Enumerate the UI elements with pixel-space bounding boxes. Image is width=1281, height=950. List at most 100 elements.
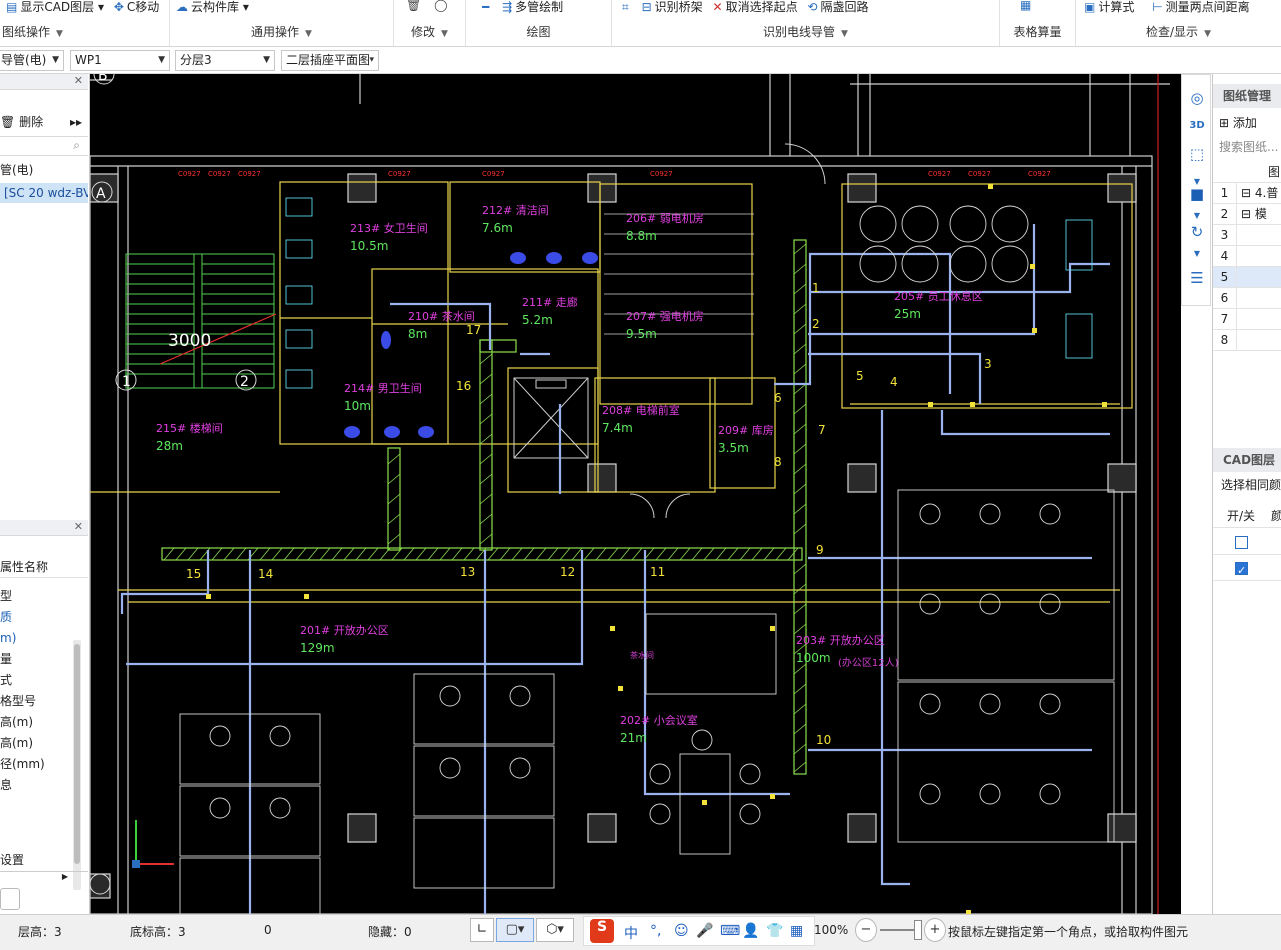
line-icon: ━ bbox=[482, 0, 490, 14]
select-mode-button[interactable]: ▢▾ bbox=[496, 918, 534, 942]
group-title[interactable]: 图纸操作 ▼ bbox=[0, 23, 169, 40]
axis-label: B bbox=[98, 74, 108, 84]
identify-tool-button[interactable]: ⌗ bbox=[622, 0, 632, 15]
drawing-search-input[interactable]: 搜索图纸... bbox=[1219, 138, 1278, 155]
drawing-row[interactable]: 2 ⊟ 模 bbox=[1213, 204, 1281, 225]
chevron-down-icon: ▼ bbox=[263, 55, 270, 65]
tree-search-input[interactable]: ⌕ bbox=[0, 136, 88, 156]
circuit-labels: 1234567891011121314151617 bbox=[186, 281, 992, 747]
layer-toggle-checkbox[interactable] bbox=[1235, 560, 1248, 580]
circuit-number: 12 bbox=[560, 565, 575, 579]
zoom-in-button[interactable]: + bbox=[924, 918, 946, 942]
property-row[interactable]: 型 bbox=[0, 586, 88, 606]
select-same-color-button[interactable]: 选择相同颜 bbox=[1221, 476, 1281, 493]
drawing-row[interactable]: 5 bbox=[1213, 267, 1281, 288]
layer-select[interactable]: 分层3 ▼ bbox=[175, 50, 275, 71]
keyboard-icon[interactable]: ⌨ bbox=[720, 923, 740, 939]
user-icon[interactable]: 👤 bbox=[742, 923, 759, 939]
move-button[interactable]: ✥ C移动 bbox=[114, 0, 159, 15]
identify-tray-button[interactable]: ⊟ 识别桥架 bbox=[642, 0, 703, 15]
circuit-number: 5 bbox=[856, 369, 864, 383]
rotate-icon[interactable]: ↻ bbox=[1186, 221, 1208, 243]
list-settings-icon[interactable]: ☰ bbox=[1186, 267, 1208, 289]
view-cube-button[interactable]: ⬡▾ bbox=[536, 918, 574, 942]
scrollbar-thumb[interactable] bbox=[74, 644, 80, 864]
emoji-icon[interactable]: ☺ bbox=[674, 923, 689, 939]
drawing-row[interactable]: 1 ⊟ 4.普 bbox=[1213, 183, 1281, 204]
room-area: 25m bbox=[894, 307, 921, 321]
multi-pipe-button[interactable]: ⇶ 多管绘制 bbox=[502, 0, 563, 15]
row-number: 3 bbox=[1213, 225, 1237, 245]
formula-button[interactable]: ▣ 计算式 bbox=[1084, 0, 1134, 15]
chevron-down-icon[interactable]: ▼ bbox=[1186, 243, 1208, 265]
room-area: 129m bbox=[300, 641, 335, 655]
view-3d-icon[interactable]: 3D bbox=[1186, 115, 1208, 137]
room-number: 205# 员工休息区 bbox=[894, 289, 983, 303]
drawing-row[interactable]: 4 bbox=[1213, 246, 1281, 267]
skin-icon[interactable]: 👕 bbox=[766, 923, 783, 939]
table-tool-button[interactable]: ▦ bbox=[1020, 0, 1034, 12]
room-area: 9.5m bbox=[626, 327, 657, 341]
property-row[interactable]: 质 bbox=[0, 607, 88, 627]
tree-root[interactable]: 管(电) bbox=[0, 160, 88, 180]
isolate-loop-button[interactable]: ⟲ 隔盏回路 bbox=[807, 0, 868, 15]
cad-drawing[interactable]: C0927 C0927 C0927 C0927 C0927 C0927 C0927 C09… bbox=[90, 74, 1181, 914]
tree-item-selected[interactable]: [SC 20 wdz-BV bbox=[0, 183, 88, 203]
close-icon[interactable]: ✕ bbox=[74, 74, 83, 87]
cloud-library-button[interactable]: ☁ 云构件库 ▾ bbox=[176, 0, 249, 15]
small-button[interactable] bbox=[0, 888, 20, 910]
identify-icon: ⌗ bbox=[622, 0, 629, 14]
cancel-start-button[interactable]: ✕ 取消选择起点 bbox=[713, 0, 798, 15]
cube-solid-icon[interactable]: ■ bbox=[1186, 183, 1208, 205]
apps-grid-icon[interactable]: ▦ bbox=[790, 923, 803, 939]
close-icon[interactable]: ✕ bbox=[74, 520, 83, 533]
rotate-tool-button[interactable]: ◯ bbox=[434, 0, 450, 12]
drawing-select[interactable]: 二层插座平面图 ▾ bbox=[281, 50, 379, 71]
draw-line-button[interactable]: ━ bbox=[482, 0, 492, 14]
component-select[interactable]: WP1 ▼ bbox=[70, 50, 170, 71]
punctuation-icon[interactable]: °, bbox=[650, 923, 661, 939]
layer-row[interactable] bbox=[1213, 555, 1281, 581]
more-icon[interactable]: ▸▸ bbox=[70, 112, 82, 132]
mic-icon[interactable]: 🎤 bbox=[696, 923, 713, 939]
property-panel-header: ✕ bbox=[0, 520, 88, 536]
circuit-number: 7 bbox=[818, 423, 826, 437]
row-number: 5 bbox=[1213, 267, 1237, 287]
dimension-label: 3000 bbox=[168, 331, 211, 351]
floor-height: 层高：3 bbox=[18, 925, 62, 939]
add-icon: ⊞ bbox=[1219, 116, 1230, 130]
drawing-row[interactable]: 7 bbox=[1213, 309, 1281, 330]
chevron-down-icon: ▼ bbox=[158, 55, 165, 65]
type-select[interactable]: 导管(电) ▼ bbox=[0, 50, 64, 71]
group-title[interactable]: 通用操作 ▼ bbox=[170, 23, 393, 40]
sogou-logo-icon[interactable]: S bbox=[590, 919, 614, 943]
room-area: 10m bbox=[344, 399, 371, 413]
zoom-out-button[interactable]: − bbox=[855, 918, 877, 942]
group-title[interactable]: 检查/显示 ▼ bbox=[1076, 23, 1281, 40]
room-number: 201# 开放办公区 bbox=[300, 623, 389, 637]
delete-tool-button[interactable]: 🗑 bbox=[406, 0, 424, 12]
add-drawing-button[interactable]: ⊞ 添加 bbox=[1219, 114, 1257, 131]
drawing-row[interactable]: 6 bbox=[1213, 288, 1281, 309]
group-title[interactable]: 识别电线导管 ▼ bbox=[612, 23, 999, 40]
layer-toggle-checkbox[interactable] bbox=[1235, 536, 1248, 549]
h-scrollbar[interactable]: ▶ bbox=[0, 872, 88, 884]
ribbon-group-draw: ━ ⇶ 多管绘制 绘图 bbox=[466, 0, 612, 46]
ribbon-group-general-ops: ☁ 云构件库 ▾ 通用操作 ▼ bbox=[170, 0, 394, 46]
orbit-icon[interactable]: ◎ bbox=[1186, 87, 1208, 109]
circuit-number: 6 bbox=[774, 391, 782, 405]
chinese-mode-icon[interactable]: 中 bbox=[624, 923, 638, 943]
drawing-row[interactable]: 8 bbox=[1213, 330, 1281, 351]
delete-button[interactable]: 🗑 删除 bbox=[0, 115, 43, 129]
zoom-slider-handle[interactable] bbox=[914, 920, 922, 940]
drawing-row[interactable]: 3 bbox=[1213, 225, 1281, 246]
cube-icon[interactable]: ⬚ bbox=[1186, 143, 1208, 165]
ortho-button[interactable]: ∟ bbox=[470, 918, 494, 942]
cad-canvas[interactable]: C0927 C0927 C0927 C0927 C0927 C0927 C0927 C09… bbox=[90, 74, 1181, 914]
group-title[interactable]: 修改 ▼ bbox=[394, 23, 465, 40]
show-cad-layers-button[interactable]: ▤ 显示CAD图层 ▾ bbox=[6, 0, 104, 15]
hidden-count: 隐藏：0 bbox=[368, 925, 412, 939]
layer-row[interactable] bbox=[1213, 529, 1281, 555]
measure-distance-button[interactable]: ⊢ 测量两点间距离 bbox=[1152, 0, 1249, 15]
row-number: 4 bbox=[1213, 246, 1237, 266]
